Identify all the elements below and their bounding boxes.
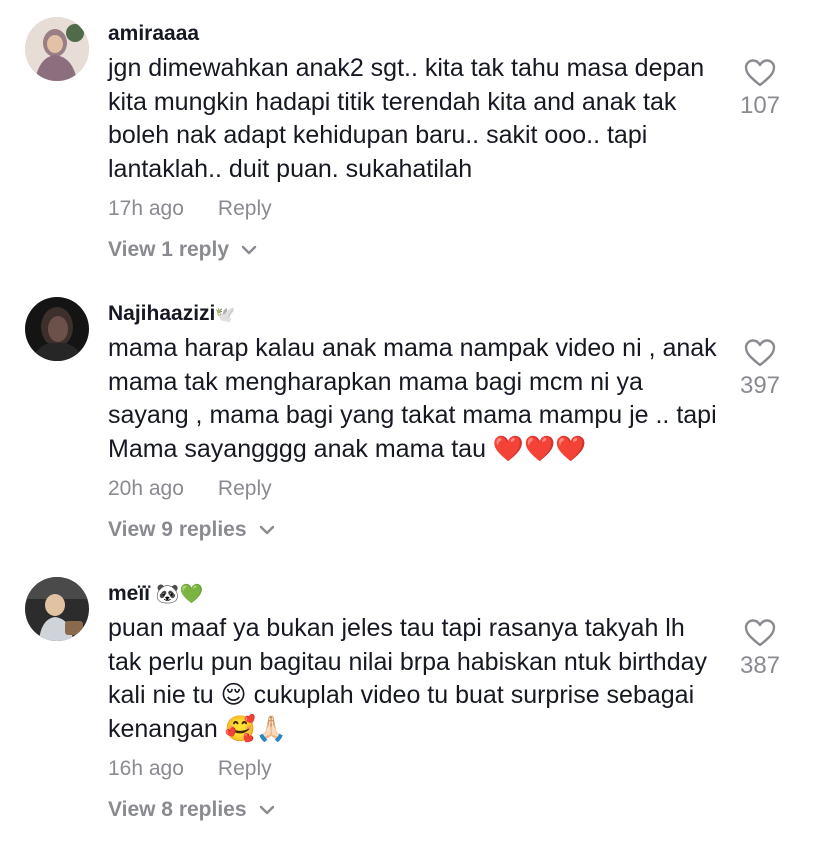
like-count: 397 [739, 372, 781, 399]
avatar-image [25, 297, 89, 361]
username[interactable]: amiraaaa [108, 22, 199, 46]
avatar[interactable] [25, 17, 89, 81]
view-replies-button[interactable]: View 1 reply [108, 238, 257, 262]
avatar[interactable] [25, 297, 89, 361]
heart-outline-icon[interactable] [744, 58, 776, 88]
username-emoji: 🕊️ [215, 307, 236, 324]
view-replies-label[interactable]: View 9 replies [108, 518, 247, 542]
avatar[interactable] [25, 577, 89, 641]
username-text[interactable]: meïï [108, 582, 150, 605]
view-replies-button[interactable]: View 9 replies [108, 518, 275, 542]
like-button[interactable]: 107 [728, 58, 792, 120]
username[interactable]: meïï 🐼💚 [108, 582, 203, 606]
comment-meta: 16h ago Reply [108, 757, 272, 781]
timestamp: 20h ago [108, 477, 184, 500]
heart-outline-icon[interactable] [744, 618, 776, 648]
timestamp: 17h ago [108, 197, 184, 220]
comment-text: puan maaf ya bukan jeles tau tapi rasany… [108, 614, 708, 743]
view-replies-label[interactable]: View 8 replies [108, 798, 247, 822]
reply-button[interactable]: Reply [218, 197, 272, 220]
username[interactable]: Najihaazizi🕊️ [108, 302, 235, 326]
username-emoji: 🐼💚 [155, 584, 204, 605]
like-count: 387 [739, 652, 781, 679]
chevron-down-icon[interactable] [259, 524, 275, 536]
comment-text: mama harap kalau anak mama nampak video … [108, 334, 717, 463]
chevron-down-icon[interactable] [241, 244, 257, 256]
comment-meta: 17h ago Reply [108, 197, 272, 221]
reply-button[interactable]: Reply [218, 757, 272, 780]
view-replies-label[interactable]: View 1 reply [108, 238, 229, 262]
like-button[interactable]: 397 [728, 338, 792, 400]
reply-button[interactable]: Reply [218, 477, 272, 500]
timestamp: 16h ago [108, 757, 184, 780]
avatar-image [25, 17, 89, 81]
heart-outline-icon[interactable] [744, 338, 776, 368]
username-text[interactable]: Najihaazizi [108, 302, 215, 325]
view-replies-button[interactable]: View 8 replies [108, 798, 275, 822]
chevron-down-icon[interactable] [259, 804, 275, 816]
avatar-image [25, 577, 89, 641]
like-count: 107 [739, 92, 781, 119]
comment-meta: 20h ago Reply [108, 477, 272, 501]
comment-text: jgn dimewahkan anak2 sgt.. kita tak tahu… [108, 54, 705, 183]
username-text[interactable]: amiraaaa [108, 22, 199, 45]
like-button[interactable]: 387 [728, 618, 792, 680]
